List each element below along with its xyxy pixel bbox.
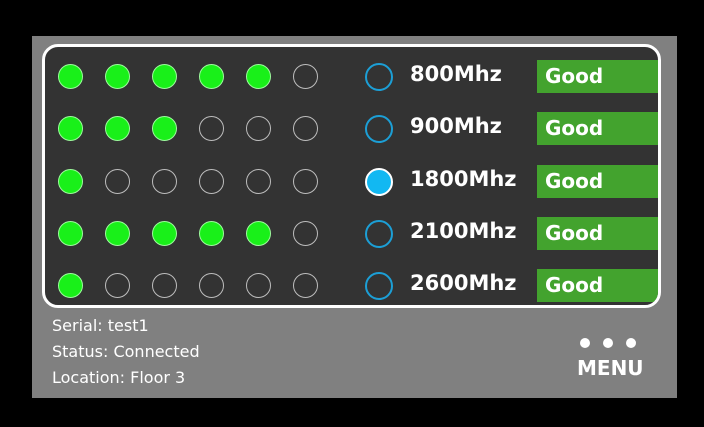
signal-dot	[293, 116, 318, 141]
menu-label: MENU	[577, 356, 644, 380]
signal-dot	[58, 273, 83, 298]
signal-dot	[105, 273, 130, 298]
menu-button[interactable]: MENU	[567, 330, 657, 386]
signal-dot	[152, 221, 177, 246]
band-row-2: 1800Mhz Good	[45, 158, 658, 210]
signal-dot	[199, 169, 224, 194]
band-select-radio-2[interactable]	[365, 168, 393, 196]
signal-dot	[58, 64, 83, 89]
signal-dot	[105, 64, 130, 89]
status-text: Status: Connected	[52, 342, 200, 361]
bands-panel: 800Mhz Good 900Mhz Good 1800Mhz Good 210…	[42, 44, 661, 308]
band-select-radio-1[interactable]	[365, 115, 393, 143]
signal-dot	[152, 169, 177, 194]
signal-dot	[58, 116, 83, 141]
menu-dot	[603, 338, 613, 348]
band-row-1: 900Mhz Good	[45, 105, 658, 157]
signal-dot	[199, 221, 224, 246]
signal-dot	[58, 169, 83, 194]
signal-dot	[105, 169, 130, 194]
location-text: Location: Floor 3	[52, 368, 186, 387]
signal-dot	[293, 169, 318, 194]
menu-dot	[580, 338, 590, 348]
signal-dot	[152, 116, 177, 141]
band-select-radio-3[interactable]	[365, 220, 393, 248]
signal-dot	[293, 64, 318, 89]
signal-dot	[246, 64, 271, 89]
band-frequency-1: 900Mhz	[410, 114, 502, 138]
signal-dot	[293, 221, 318, 246]
signal-dot	[246, 221, 271, 246]
signal-dot	[152, 64, 177, 89]
menu-dot	[626, 338, 636, 348]
serial-text: Serial: test1	[52, 316, 149, 335]
signal-dot	[199, 273, 224, 298]
signal-dot	[105, 116, 130, 141]
signal-dot	[105, 221, 130, 246]
band-frequency-4: 2600Mhz	[410, 271, 517, 295]
band-select-radio-4[interactable]	[365, 272, 393, 300]
band-quality-badge-1: Good	[537, 112, 658, 145]
band-row-0: 800Mhz Good	[45, 53, 658, 105]
signal-dot	[246, 169, 271, 194]
band-quality-badge-2: Good	[537, 165, 658, 198]
device-screen: 800Mhz Good 900Mhz Good 1800Mhz Good 210…	[32, 36, 677, 398]
signal-dot	[293, 273, 318, 298]
band-quality-badge-0: Good	[537, 60, 658, 93]
signal-dot	[199, 64, 224, 89]
band-select-radio-0[interactable]	[365, 63, 393, 91]
band-row-4: 2600Mhz Good	[45, 262, 658, 305]
band-quality-badge-4: Good	[537, 269, 658, 302]
band-frequency-0: 800Mhz	[410, 62, 502, 86]
band-frequency-2: 1800Mhz	[410, 167, 517, 191]
band-row-3: 2100Mhz Good	[45, 210, 658, 262]
signal-dot	[58, 221, 83, 246]
signal-dot	[199, 116, 224, 141]
signal-dot	[246, 273, 271, 298]
band-quality-badge-3: Good	[537, 217, 658, 250]
signal-dot	[152, 273, 177, 298]
signal-dot	[246, 116, 271, 141]
band-frequency-3: 2100Mhz	[410, 219, 517, 243]
